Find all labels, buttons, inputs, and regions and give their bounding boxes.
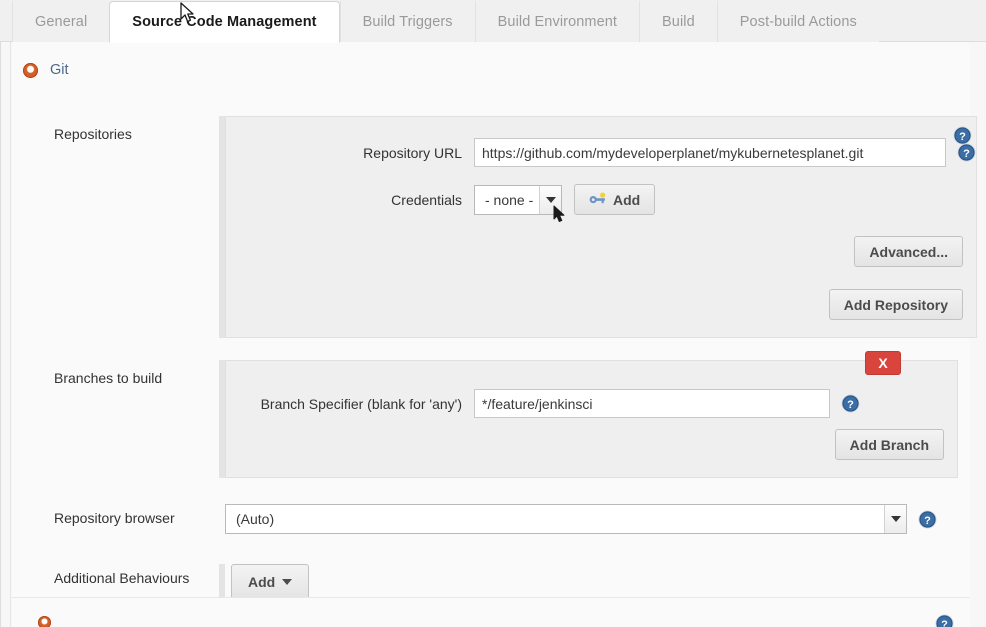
help-icon-branch-specifier[interactable]: ? <box>841 394 860 413</box>
repository-browser-label: Repository browser <box>12 504 219 534</box>
tab-label: Source Code Management <box>132 14 316 30</box>
repository-browser-value: (Auto) ? <box>219 504 970 534</box>
tab-build-environment[interactable]: Build Environment <box>475 1 639 42</box>
jenkins-job-config-page: General Source Code Management Build Tri… <box>0 0 986 627</box>
tab-build-triggers[interactable]: Build Triggers <box>340 1 475 42</box>
radio-next-section-icon[interactable] <box>38 616 51 627</box>
next-section-strip: ? <box>12 597 970 627</box>
additional-behaviours-value: Add <box>219 564 970 600</box>
help-icon-repositories[interactable]: ? <box>953 126 972 145</box>
add-repository-label: Add Repository <box>844 297 948 313</box>
add-credentials-button[interactable]: Add <box>574 184 655 215</box>
delete-branch-label: X <box>878 355 887 371</box>
add-branch-button[interactable]: Add Branch <box>835 429 944 460</box>
tab-build[interactable]: Build <box>639 1 717 42</box>
row-repositories: Repositories Repository URL ? <box>12 116 970 338</box>
chevron-down-icon[interactable] <box>884 505 906 533</box>
radio-selected-icon[interactable] <box>23 63 38 78</box>
add-credentials-label: Add <box>613 192 640 208</box>
add-branch-label: Add Branch <box>850 437 929 453</box>
branches-label: Branches to build <box>12 360 219 478</box>
svg-text:?: ? <box>963 148 970 160</box>
repository-url-field-row: Repository URL ? <box>226 138 976 167</box>
branch-specifier-field-row: Branch Specifier (blank for 'any') ? <box>226 389 957 418</box>
repositories-value: Repository URL ? Credentials <box>219 116 986 338</box>
advanced-label: Advanced... <box>869 244 948 260</box>
repository-browser-select[interactable]: (Auto) <box>225 504 907 534</box>
branch-specifier-input[interactable] <box>474 389 830 418</box>
chevron-down-icon <box>282 579 292 585</box>
add-repository-button[interactable]: Add Repository <box>829 289 963 320</box>
tab-label: Build Environment <box>498 14 617 30</box>
branch-specifier-label: Branch Specifier (blank for 'any') <box>226 396 474 412</box>
tab-label: Build Triggers <box>363 14 453 30</box>
row-additional-behaviours: Additional Behaviours Add <box>12 564 970 600</box>
tab-list: General Source Code Management Build Tri… <box>0 0 986 42</box>
left-rail <box>1 42 11 627</box>
delete-branch-button[interactable]: X <box>865 351 901 375</box>
tab-source-code-management[interactable]: Source Code Management <box>109 1 339 43</box>
svg-text:?: ? <box>959 131 966 143</box>
additional-behaviours-label: Additional Behaviours <box>12 564 219 600</box>
scm-option-git[interactable]: Git <box>23 62 69 78</box>
scm-option-label: Git <box>50 62 69 78</box>
config-tab-bar: General Source Code Management Build Tri… <box>0 0 986 42</box>
key-icon <box>589 192 606 208</box>
tab-label: Build <box>662 14 695 30</box>
row-accent-bar <box>219 564 225 600</box>
credentials-label: Credentials <box>226 192 474 208</box>
credentials-field-row: Credentials - none - <box>226 184 976 215</box>
repositories-label: Repositories <box>12 116 219 338</box>
help-icon-next-section[interactable]: ? <box>935 614 954 627</box>
row-repository-browser: Repository browser (Auto) ? <box>12 504 970 534</box>
advanced-button-wrap: Advanced... <box>854 236 963 267</box>
add-behaviour-button[interactable]: Add <box>231 564 309 600</box>
tab-post-build-actions[interactable]: Post-build Actions <box>717 1 879 42</box>
help-icon-repository-url[interactable]: ? <box>957 143 976 162</box>
branches-value: X Branch Specifier (blank for 'any') ? <box>219 360 970 478</box>
repository-url-label: Repository URL <box>226 145 474 161</box>
help-icon-repository-browser[interactable]: ? <box>918 510 937 529</box>
credentials-selected-value: - none - <box>485 192 533 208</box>
config-body: Git Repositories Repository URL <box>0 42 986 627</box>
add-behaviour-label: Add <box>248 574 275 590</box>
add-repository-button-wrap: Add Repository <box>829 289 963 320</box>
svg-text:?: ? <box>941 619 948 627</box>
repository-url-input[interactable] <box>474 138 946 167</box>
credentials-select[interactable]: - none - <box>474 185 562 215</box>
chevron-down-icon[interactable] <box>539 186 561 214</box>
advanced-button[interactable]: Advanced... <box>854 236 963 267</box>
svg-text:?: ? <box>924 515 931 527</box>
add-branch-button-wrap: Add Branch <box>835 429 944 460</box>
repositories-panel: Repository URL ? Credentials <box>225 116 977 338</box>
tab-general[interactable]: General <box>12 1 109 42</box>
tab-label: General <box>35 14 87 30</box>
tab-label: Post-build Actions <box>740 14 857 30</box>
row-branches-to-build: Branches to build X Branch Specifier (bl… <box>12 360 970 478</box>
branches-panel: X Branch Specifier (blank for 'any') ? <box>225 360 958 478</box>
svg-text:?: ? <box>847 399 854 411</box>
repository-browser-selected-value: (Auto) <box>236 511 274 527</box>
